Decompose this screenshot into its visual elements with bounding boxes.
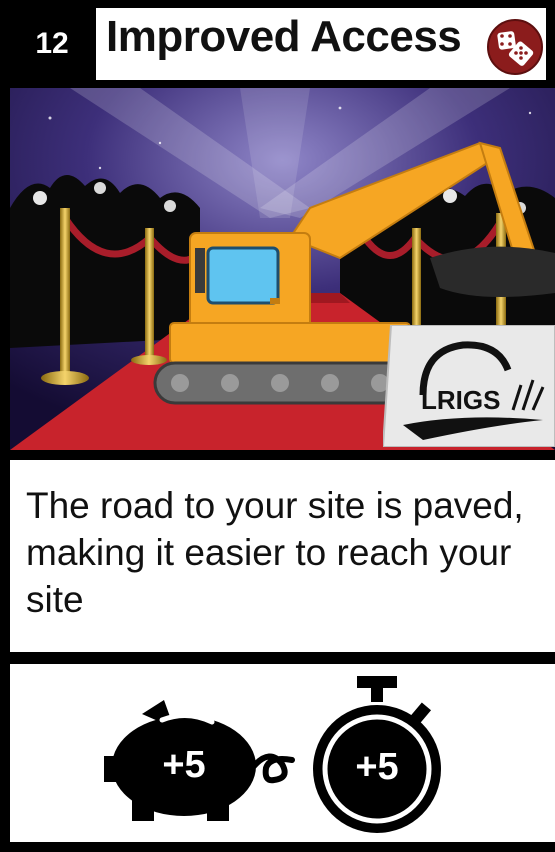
effect-time: +5 <box>302 674 452 834</box>
lrigs-logo: LRIGS <box>383 325 555 447</box>
description-panel: The road to your site is paved, making i… <box>10 460 555 652</box>
card-header: 12 Improved Access <box>0 0 555 88</box>
logo-text: LRIGS <box>421 385 500 415</box>
card-description: The road to your site is paved, making i… <box>26 485 524 620</box>
money-value: +5 <box>162 744 206 786</box>
effect-money: +5 <box>102 694 302 824</box>
dice-icon <box>487 19 543 75</box>
time-value: +5 <box>355 746 399 788</box>
title-box: Improved Access <box>96 8 546 80</box>
card-number: 12 <box>35 27 69 60</box>
card-title: Improved Access <box>106 12 462 61</box>
effects-panel: +5 +5 <box>10 664 555 842</box>
game-card[interactable]: 12 Improved Access LRIGS The road to you… <box>0 0 555 852</box>
